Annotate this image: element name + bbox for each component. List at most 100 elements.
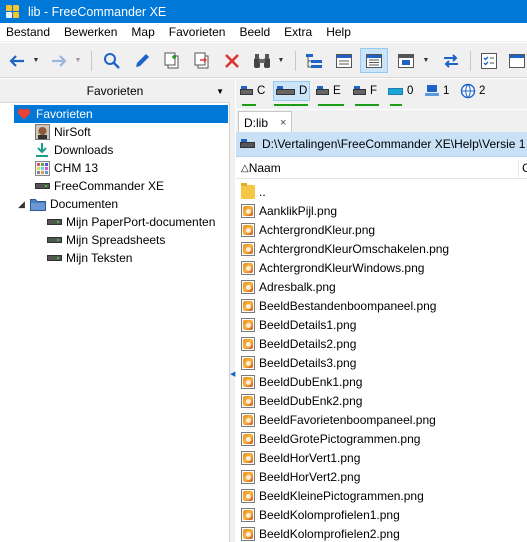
menu-beeld[interactable]: Beeld (232, 23, 277, 42)
menu-bestand[interactable]: Bestand (0, 23, 57, 42)
drive-e[interactable]: E (316, 81, 341, 101)
tree-item-label: Mijn Teksten (66, 251, 133, 265)
drive-icon (353, 86, 366, 95)
list-view-icon[interactable] (360, 48, 388, 73)
tree-item-label: Favorieten (36, 107, 93, 121)
drive-0[interactable]: 0 (388, 81, 413, 101)
column-header: △ Naam G (236, 158, 527, 179)
close-icon[interactable]: × (280, 117, 286, 129)
thumbnail-view-icon[interactable] (394, 48, 418, 73)
panel-splitter[interactable]: ◀ (230, 79, 235, 542)
list-item[interactable]: BeeldDubEnk2.png (236, 391, 527, 410)
tree-item-freecommander[interactable]: FreeCommander XE (34, 177, 164, 195)
image-file-icon (241, 222, 255, 237)
pencil-icon[interactable] (131, 48, 153, 73)
image-file-icon (241, 298, 255, 313)
drive-usage-bar (355, 104, 379, 106)
tree-view-icon[interactable] (302, 48, 326, 73)
window-title: lib - FreeCommander XE (28, 4, 167, 19)
details-view-icon[interactable] (332, 48, 356, 73)
menu-bar: Bestand Bewerken Map Favorieten Beeld Ex… (0, 23, 527, 42)
drive-c[interactable]: C (240, 81, 265, 101)
list-item[interactable]: BeeldKleinePictogrammen.png (236, 486, 527, 505)
delete-icon[interactable] (221, 48, 243, 73)
back-arrow-icon[interactable] (6, 48, 28, 73)
toolbar-separator (295, 51, 296, 71)
drive-f[interactable]: F (353, 81, 377, 101)
tree-item-nirsoft[interactable]: NirSoft (34, 123, 91, 141)
forward-dropdown-icon[interactable]: ▼ (72, 48, 84, 73)
image-file-icon (241, 412, 255, 427)
file-list: .. AanklikPijl.png AchtergrondKleur.png … (236, 180, 527, 542)
folder-icon (241, 182, 255, 199)
file-name: BeeldKolomprofielen1.png (259, 507, 400, 522)
back-dropdown-icon[interactable]: ▼ (30, 48, 42, 73)
copy-icon[interactable] (161, 48, 183, 73)
collapse-icon[interactable]: ◢ (18, 199, 30, 210)
image-file-icon (241, 488, 255, 503)
drive-1[interactable]: 1 (424, 81, 449, 101)
favorites-header[interactable]: Favorieten ▼ (0, 79, 230, 103)
file-name: BeeldDubEnk2.png (259, 393, 363, 408)
drive-icon (240, 138, 256, 150)
tree-item-chm13[interactable]: CHM 13 (34, 159, 98, 177)
menu-map[interactable]: Map (124, 23, 161, 42)
column-next[interactable]: G (522, 161, 527, 175)
view-dropdown-icon[interactable]: ▼ (420, 48, 432, 73)
sync-icon[interactable] (439, 48, 463, 73)
drive-2[interactable]: 2 (460, 81, 485, 101)
drive-icon (46, 250, 62, 266)
drive-label: C (257, 85, 266, 97)
drive-d[interactable]: D (273, 81, 311, 101)
list-item[interactable]: BeeldKolomprofielen1.png (236, 505, 527, 524)
list-item[interactable]: BeeldDetails2.png (236, 334, 527, 353)
binoculars-dropdown-icon[interactable]: ▼ (275, 48, 287, 73)
window-icon[interactable] (506, 48, 527, 73)
list-item[interactable]: BeeldHorVert1.png (236, 448, 527, 467)
tree-item-paperport[interactable]: Mijn PaperPort-documenten (46, 213, 215, 231)
chevron-down-icon[interactable]: ▼ (216, 87, 224, 96)
list-item[interactable]: BeeldDetails1.png (236, 315, 527, 334)
column-separator[interactable] (518, 160, 519, 177)
network-drive-icon (388, 88, 403, 95)
list-item[interactable]: BeeldHorVert2.png (236, 467, 527, 486)
list-item-parent[interactable]: .. (236, 182, 527, 201)
search-icon[interactable] (101, 48, 123, 73)
image-file-icon (241, 526, 255, 541)
drive-icon (240, 86, 253, 95)
list-item[interactable]: AchtergrondKleur.png (236, 220, 527, 239)
menu-extra[interactable]: Extra (277, 23, 319, 42)
checklist-icon[interactable] (477, 48, 501, 73)
menu-help[interactable]: Help (319, 23, 358, 42)
list-item[interactable]: BeeldKolomprofielen2.png (236, 524, 527, 542)
list-item[interactable]: Adresbalk.png (236, 277, 527, 296)
drive-usage-bar (274, 104, 308, 106)
drive-usage-bar (390, 104, 402, 106)
tree-item-downloads[interactable]: Downloads (34, 141, 113, 159)
tree-item-teksten[interactable]: Mijn Teksten (46, 249, 132, 267)
tree-item-documenten[interactable]: ◢ Documenten (18, 195, 118, 213)
tree-item-spreadsheets[interactable]: Mijn Spreadsheets (46, 231, 165, 249)
path-bar[interactable]: D:\Vertalingen\FreeCommander XE\Help\Ver… (236, 132, 527, 157)
tree-item-label: FreeCommander XE (54, 179, 165, 193)
list-item[interactable]: AanklikPijl.png (236, 201, 527, 220)
image-file-icon (241, 336, 255, 351)
list-item[interactable]: BeeldFavorietenboompaneel.png (236, 410, 527, 429)
tree-item-favorieten[interactable]: Favorieten (14, 105, 228, 123)
favorites-header-label: Favorieten (86, 83, 144, 98)
list-item[interactable]: AchtergrondKleurWindows.png (236, 258, 527, 277)
list-item[interactable]: BeeldDetails3.png (236, 353, 527, 372)
move-icon[interactable] (191, 48, 213, 73)
menu-bewerken[interactable]: Bewerken (57, 23, 124, 42)
menu-favorieten[interactable]: Favorieten (162, 23, 233, 42)
binoculars-icon[interactable] (251, 48, 273, 73)
column-name[interactable]: Naam (249, 161, 281, 175)
tab-dlib[interactable]: D:lib × (238, 111, 292, 133)
collapse-arrow-icon[interactable]: ◀ (230, 370, 235, 378)
list-item[interactable]: BeeldGrotePictogrammen.png (236, 429, 527, 448)
file-name: AchtergrondKleur.png (259, 222, 376, 237)
list-item[interactable]: AchtergrondKleurOmschakelen.png (236, 239, 527, 258)
list-item[interactable]: BeeldBestandenboompaneel.png (236, 296, 527, 315)
forward-arrow-icon[interactable] (48, 48, 70, 73)
list-item[interactable]: BeeldDubEnk1.png (236, 372, 527, 391)
